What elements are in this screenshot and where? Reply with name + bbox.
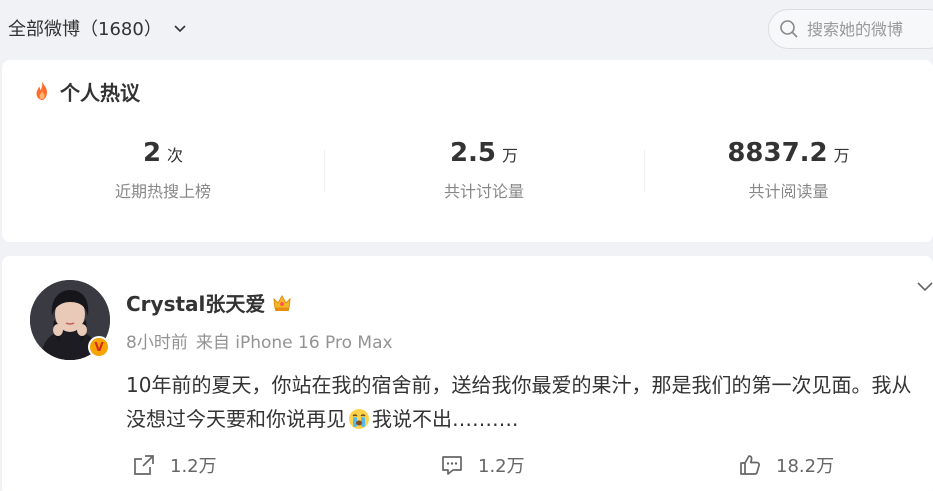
post-source: iPhone 16 Pro Max [196, 328, 392, 353]
post-meta: 8小时前 iPhone 16 Pro Max [126, 328, 393, 353]
hot-discussion-card: 个人热议 2次 近期热搜上榜 2.5 万 共计讨论量 8837.2 万 共计阅读量 [2, 60, 933, 242]
stat-unit: 次 [167, 146, 184, 165]
stats-row: 2次 近期热搜上榜 2.5 万 共计讨论量 8837.2 万 共计阅读量 [2, 138, 933, 208]
post-text-main: 10年前的夏天，你站在我的宿舍前，送给我你最爱的果汁，那是我们的第一次见面。我从… [126, 373, 912, 431]
stat-value: 2 [142, 138, 162, 168]
like-button[interactable]: 18.2万 [738, 452, 834, 478]
comment-icon [442, 456, 462, 475]
username-link[interactable]: Crystal张天爱 [126, 288, 265, 317]
stat-value: 2.5 [449, 138, 497, 168]
feed-filter-label: 全部微博 [8, 19, 80, 40]
chevron-down-icon[interactable] [915, 276, 933, 296]
feed-filter-dropdown[interactable]: 全部微博1680 [8, 14, 188, 42]
like-count: 18.2万 [776, 456, 835, 477]
stat-label: 近期热搜上榜 [114, 182, 211, 201]
stat-unit: 万 [502, 146, 519, 165]
stat-divider [324, 150, 325, 192]
repost-count: 1.2万 [170, 456, 217, 477]
stat-unit: 万 [833, 146, 850, 165]
repost-button[interactable]: 1.2万 [132, 452, 217, 478]
crying-face-icon [349, 409, 369, 429]
search-box[interactable] [768, 9, 933, 49]
crown-icon[interactable] [271, 291, 293, 313]
feed-filter-count: 1680 [80, 15, 162, 41]
stat-label: 共计讨论量 [443, 182, 524, 201]
thumbs-up-icon [740, 455, 760, 475]
search-input[interactable] [807, 19, 933, 39]
post-text-end: 我说不出………. [372, 407, 519, 431]
stat-value: 8837.2 [727, 138, 828, 168]
post-card: V Crystal张天爱 8小时前 iPhone 16 Pro Max 10年前… [2, 256, 933, 491]
hot-discussion-title: 个人热议 [60, 80, 140, 105]
chevron-down-icon [174, 25, 186, 33]
comment-count: 1.2万 [478, 456, 525, 477]
share-icon [134, 455, 154, 475]
post-actions: 1.2万 1.2万 18.2万 [2, 452, 933, 478]
comment-button[interactable]: 1.2万 [440, 452, 525, 478]
stat-hot-search: 2次 近期热搜上榜 [2, 138, 324, 208]
stat-discussion: 2.5 万 共计讨论量 [324, 138, 644, 208]
hot-discussion-header: 个人热议 [32, 77, 140, 105]
post-author: Crystal张天爱 [126, 288, 293, 316]
top-bar: 全部微博1680 [0, 0, 933, 58]
stat-divider [644, 150, 645, 192]
stat-label: 共计阅读量 [748, 182, 829, 201]
stat-reads: 8837.2 万 共计阅读量 [644, 138, 933, 208]
fire-icon [36, 81, 47, 100]
post-text: 10年前的夏天，你站在我的宿舍前，送给我你最爱的果汁，那是我们的第一次见面。我从… [126, 368, 926, 436]
search-icon [780, 20, 798, 38]
verified-badge: V [88, 336, 110, 358]
post-time[interactable]: 8小时前 [126, 328, 188, 353]
